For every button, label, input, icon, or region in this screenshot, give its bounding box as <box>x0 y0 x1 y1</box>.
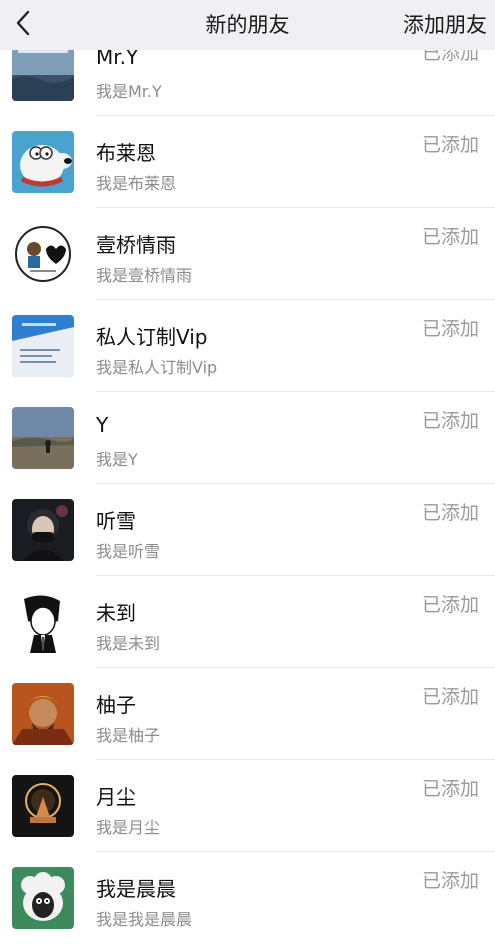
friend-name: 未到 <box>96 601 136 625</box>
friend-name: 听雪 <box>96 509 136 533</box>
friend-request-message: 我是Mr.Y <box>96 82 162 101</box>
friend-row-youzi[interactable]: 柚子 我是柚子 已添加 <box>0 668 495 760</box>
friend-request-message: 我是我是晨晨 <box>96 910 193 929</box>
avatar <box>12 131 74 193</box>
avatar <box>12 223 74 285</box>
added-status: 已添加 <box>421 594 479 616</box>
avatar <box>12 499 74 561</box>
avatar <box>12 775 74 837</box>
friend-name: 月尘 <box>96 785 136 809</box>
avatar <box>12 867 74 929</box>
friend-name: 布莱恩 <box>96 141 156 165</box>
friend-row-yiqiao[interactable]: 壹桥情雨 我是壹桥情雨 已添加 <box>0 208 495 300</box>
added-status: 已添加 <box>421 870 479 892</box>
nav-bar: 新的朋友 添加朋友 <box>0 0 495 50</box>
friend-request-message: 我是布莱恩 <box>96 174 177 193</box>
friend-row-weidao[interactable]: 未到 我是未到 已添加 <box>0 576 495 668</box>
friend-row-brian[interactable]: 布莱恩 我是布莱恩 已添加 <box>0 116 495 208</box>
friend-name: 私人订制Vip <box>96 325 208 349</box>
add-friend-button[interactable]: 添加朋友 <box>403 9 487 39</box>
friend-request-message: 我是私人订制Vip <box>96 358 218 377</box>
friend-row-tingxue[interactable]: 听雪 我是听雪 已添加 <box>0 484 495 576</box>
friend-request-message: 我是未到 <box>96 634 161 653</box>
friend-request-message: 我是柚子 <box>96 726 161 745</box>
friend-name: 柚子 <box>96 693 136 717</box>
added-status: 已添加 <box>421 318 479 340</box>
friend-name: 壹桥情雨 <box>96 233 176 257</box>
friend-name: 我是晨晨 <box>96 877 176 901</box>
friend-request-message: 我是月尘 <box>96 818 161 837</box>
friend-row-yuechen[interactable]: 月尘 我是月尘 已添加 <box>0 760 495 852</box>
friend-row-vip[interactable]: 私人订制Vip 我是私人订制Vip 已添加 <box>0 300 495 392</box>
added-status: 已添加 <box>421 502 479 524</box>
friend-request-message: 我是Y <box>96 450 138 469</box>
added-status: 已添加 <box>421 778 479 800</box>
friend-name: Y <box>96 413 109 437</box>
added-status: 已添加 <box>421 410 479 432</box>
friend-request-message: 我是壹桥情雨 <box>96 266 193 285</box>
friend-row-chenchen[interactable]: 我是晨晨 我是我是晨晨 已添加 <box>0 852 495 944</box>
added-status: 已添加 <box>421 134 479 156</box>
added-status: 已添加 <box>421 226 479 248</box>
friend-row-y[interactable]: Y 我是Y 已添加 <box>0 392 495 484</box>
added-status: 已添加 <box>421 686 479 708</box>
friend-request-message: 我是听雪 <box>96 542 161 561</box>
avatar <box>12 591 74 653</box>
avatar <box>12 315 74 377</box>
avatar <box>12 407 74 469</box>
avatar <box>12 683 74 745</box>
